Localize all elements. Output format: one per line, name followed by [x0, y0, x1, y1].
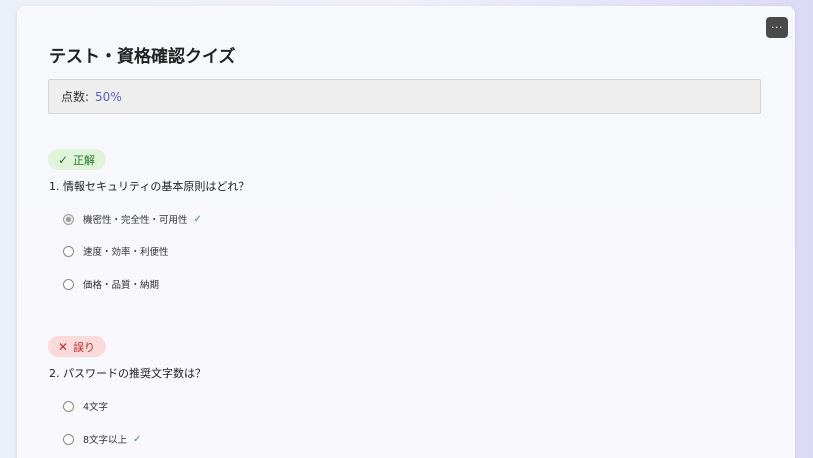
correct-check-icon: ✓ [133, 433, 142, 445]
correct-check-icon: ✓ [193, 213, 202, 225]
quiz-card: ··· テスト・資格確認クイズ 点数: 50% ✓ 正解 1. 情報セキュリティ… [17, 6, 795, 458]
score-box: 点数: 50% [48, 79, 761, 114]
option-2-2[interactable]: 8文字以上 ✓ [63, 432, 141, 446]
correct-badge: ✓ 正解 [48, 149, 107, 170]
radio[interactable] [63, 278, 74, 290]
radio[interactable] [63, 433, 74, 445]
question-1-text: 1. 情報セキュリティの基本原則はどれ？ [49, 180, 250, 193]
option-1-3[interactable]: 価格・品質・納期 [63, 277, 159, 291]
quiz-title: テスト・資格確認クイズ [49, 47, 236, 67]
more-icon: ··· [771, 21, 783, 34]
option-label: 8文字以上 [83, 435, 128, 446]
option-label: 速度・効率・利便性 [83, 247, 169, 258]
option-2-1[interactable]: 4文字 [63, 399, 108, 413]
wrong-badge: ✕ 誤り [48, 336, 107, 357]
option-label: 機密性・完全性・可用性 [83, 215, 188, 226]
question-2-text: 2. パスワードの推奨文字数は？ [49, 367, 206, 380]
more-options-button[interactable]: ··· [766, 17, 788, 38]
radio[interactable] [63, 400, 74, 412]
option-label: 4文字 [83, 402, 109, 413]
score-value: 50% [95, 89, 122, 104]
option-1-1[interactable]: 機密性・完全性・可用性 ✓ [63, 212, 202, 226]
radio[interactable] [63, 245, 74, 257]
x-icon: ✕ [58, 339, 69, 354]
option-label: 価格・品質・納期 [83, 280, 160, 291]
option-1-2[interactable]: 速度・効率・利便性 [63, 244, 169, 258]
badge-label: 誤り [73, 340, 96, 354]
radio-selected[interactable] [63, 213, 74, 225]
badge-label: 正解 [73, 153, 96, 167]
check-icon: ✓ [58, 152, 69, 167]
score-label: 点数: [61, 90, 90, 104]
